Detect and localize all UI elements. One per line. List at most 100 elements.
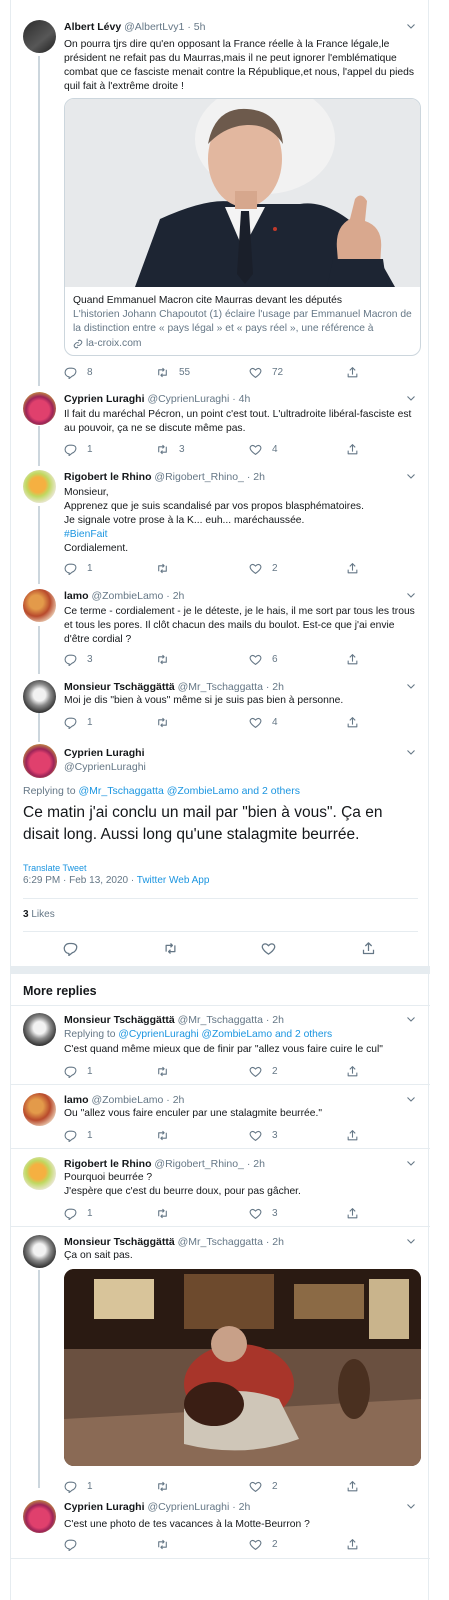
like-button[interactable]: 2 xyxy=(249,1479,278,1493)
author-handle[interactable]: @Mr_Tschaggatta xyxy=(178,681,263,693)
reply-button[interactable]: 3 xyxy=(64,652,93,666)
avatar[interactable] xyxy=(23,589,56,622)
like-button[interactable]: 72 xyxy=(249,365,283,379)
author-name[interactable]: lamo xyxy=(64,590,89,602)
avatar[interactable] xyxy=(23,1500,56,1533)
share-button[interactable] xyxy=(346,1128,359,1142)
share-button[interactable] xyxy=(346,1206,359,1220)
reply-button[interactable]: 1 xyxy=(64,1128,93,1142)
author-name[interactable]: Albert Lévy xyxy=(64,21,121,33)
author-name[interactable]: Monsieur Tschäggättä xyxy=(64,681,175,693)
tweet-time[interactable]: 2h xyxy=(253,1158,265,1170)
chevron-down-icon[interactable] xyxy=(404,1093,418,1105)
author-handle[interactable]: @AlbertLvy1 xyxy=(124,21,184,33)
share-icon[interactable] xyxy=(361,941,376,956)
retweet-button[interactable]: 3 xyxy=(156,442,185,456)
avatar[interactable] xyxy=(23,1235,56,1268)
reply-button[interactable]: 1 xyxy=(64,1206,93,1220)
share-button[interactable] xyxy=(346,365,359,379)
tweet-photo[interactable] xyxy=(64,1269,421,1466)
author-handle[interactable]: @ZombieLamo xyxy=(91,1094,163,1106)
author-name[interactable]: Rigobert le Rhino xyxy=(64,471,152,483)
retweet-button[interactable] xyxy=(156,1479,169,1493)
like-button[interactable]: 4 xyxy=(249,442,278,456)
author-name[interactable]: Monsieur Tschäggättä xyxy=(64,1014,175,1026)
author-handle[interactable]: @CyprienLuraghi xyxy=(64,760,146,774)
retweet-button[interactable] xyxy=(156,715,169,729)
author-handle[interactable]: @Rigobert_Rhino_ xyxy=(154,1158,243,1170)
tweet-source[interactable]: Twitter Web App xyxy=(137,875,210,886)
chevron-down-icon[interactable] xyxy=(404,680,418,692)
tweet-time[interactable]: 2h xyxy=(272,681,284,693)
chevron-down-icon[interactable] xyxy=(404,1157,418,1169)
reply-button[interactable]: 1 xyxy=(64,561,93,575)
author-name[interactable]: lamo xyxy=(64,1094,89,1106)
link-card[interactable]: Quand Emmanuel Macron cite Maurras devan… xyxy=(64,98,421,356)
like-button[interactable]: 2 xyxy=(249,561,278,575)
tweet-timestamp[interactable]: 6:29 PM · Feb 13, 2020 · xyxy=(23,875,137,886)
tweet-time[interactable]: 2h xyxy=(272,1236,284,1248)
tweet-time[interactable]: 2h xyxy=(272,1014,284,1026)
retweet-button[interactable] xyxy=(156,561,169,575)
author-handle[interactable]: @Rigobert_Rhino_ xyxy=(154,471,243,483)
chevron-down-icon[interactable] xyxy=(404,1235,418,1247)
reply-button[interactable]: 1 xyxy=(64,442,93,456)
author-name[interactable]: Cyprien Luraghi xyxy=(64,1501,145,1513)
retweet-button[interactable] xyxy=(156,1537,169,1551)
share-button[interactable] xyxy=(346,715,359,729)
retweet-button[interactable] xyxy=(156,1206,169,1220)
avatar[interactable] xyxy=(23,680,56,713)
hashtag-link[interactable]: #BienFait xyxy=(64,528,422,542)
like-button[interactable]: 2 xyxy=(249,1537,278,1551)
tweet-time[interactable]: 2h xyxy=(239,1501,251,1513)
likes-summary[interactable]: 3 Likes xyxy=(23,908,55,922)
like-button[interactable]: 2 xyxy=(249,1064,278,1078)
heart-icon[interactable] xyxy=(261,941,276,956)
author-handle[interactable]: @Mr_Tschaggatta xyxy=(178,1014,263,1026)
translate-tweet-link[interactable]: Translate Tweet xyxy=(23,862,87,874)
chevron-down-icon[interactable] xyxy=(404,589,418,601)
like-button[interactable]: 3 xyxy=(249,1206,278,1220)
share-button[interactable] xyxy=(346,561,359,575)
reply-icon[interactable] xyxy=(63,941,78,956)
chevron-down-icon[interactable] xyxy=(404,20,418,32)
avatar[interactable] xyxy=(23,392,56,425)
share-button[interactable] xyxy=(346,652,359,666)
author-name[interactable]: Rigobert le Rhino xyxy=(64,1158,152,1170)
tweet-time[interactable]: 2h xyxy=(173,590,185,602)
reply-button[interactable]: 1 xyxy=(64,1064,93,1078)
chevron-down-icon[interactable] xyxy=(404,392,418,404)
retweet-icon[interactable] xyxy=(163,941,178,956)
share-button[interactable] xyxy=(346,442,359,456)
reply-button[interactable]: 1 xyxy=(64,715,93,729)
like-button[interactable]: 4 xyxy=(249,715,278,729)
tweet-time[interactable]: 5h xyxy=(194,21,206,33)
retweet-button[interactable] xyxy=(156,1064,169,1078)
chevron-down-icon[interactable] xyxy=(404,746,418,758)
avatar[interactable] xyxy=(23,744,57,778)
reply-button[interactable]: 8 xyxy=(64,365,93,379)
tweet-time[interactable]: 2h xyxy=(173,1094,185,1106)
tweet-time[interactable]: 4h xyxy=(239,393,251,405)
replying-to-link[interactable]: @CyprienLuraghi @ZombieLamo and 2 others xyxy=(118,1029,332,1040)
author-handle[interactable]: @Mr_Tschaggatta xyxy=(178,1236,263,1248)
author-handle[interactable]: @CyprienLuraghi xyxy=(147,1501,229,1513)
like-button[interactable]: 6 xyxy=(249,652,278,666)
share-button[interactable] xyxy=(346,1479,359,1493)
avatar[interactable] xyxy=(23,1093,56,1126)
tweet-time[interactable]: 2h xyxy=(253,471,265,483)
author-name[interactable]: Monsieur Tschäggättä xyxy=(64,1236,175,1248)
author-name[interactable]: Cyprien Luraghi xyxy=(64,393,145,405)
retweet-button[interactable]: 55 xyxy=(156,365,190,379)
chevron-down-icon[interactable] xyxy=(404,1500,418,1512)
reply-button[interactable] xyxy=(64,1537,77,1551)
avatar[interactable] xyxy=(23,470,56,503)
author-handle[interactable]: @CyprienLuraghi xyxy=(147,393,229,405)
author-handle[interactable]: @ZombieLamo xyxy=(91,590,163,602)
chevron-down-icon[interactable] xyxy=(404,1013,418,1025)
avatar[interactable] xyxy=(23,20,56,53)
avatar[interactable] xyxy=(23,1157,56,1190)
replying-to-link[interactable]: @Mr_Tschaggatta @ZombieLamo and 2 others xyxy=(78,785,300,797)
share-button[interactable] xyxy=(346,1537,359,1551)
chevron-down-icon[interactable] xyxy=(404,470,418,482)
